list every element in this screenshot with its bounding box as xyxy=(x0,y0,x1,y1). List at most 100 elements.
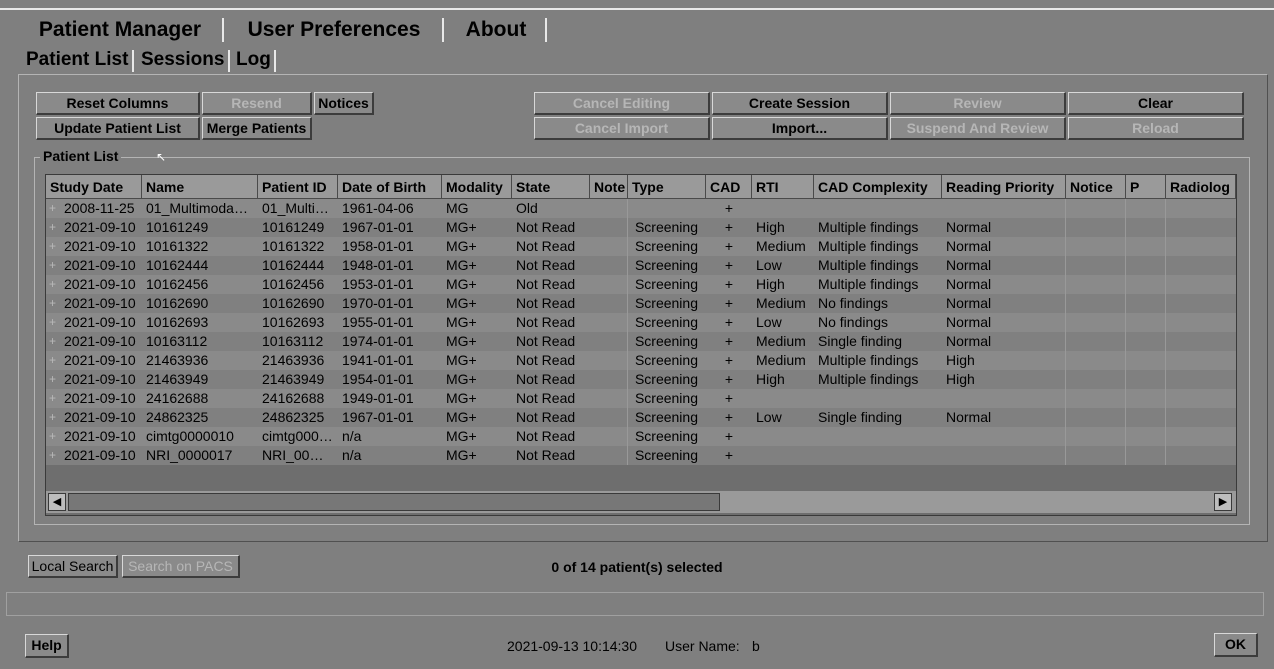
cell-date-of-birth: 1974-01-01 xyxy=(342,333,414,349)
table-row[interactable]: +2021-09-10 21463949 21463949 1954-01-01 MG+… xyxy=(46,370,1236,389)
cell-name: 10163112 xyxy=(146,333,208,349)
reload-button[interactable]: Reload xyxy=(1068,117,1244,140)
column-header-type[interactable]: Type xyxy=(628,175,706,199)
expand-row-icon[interactable]: + xyxy=(48,202,57,214)
tab-about[interactable]: About xyxy=(456,17,536,43)
help-button[interactable]: Help xyxy=(25,634,69,658)
cell-note xyxy=(590,389,628,408)
cell-cad-complexity: Multiple findings xyxy=(818,276,919,292)
cell-state: Not Read xyxy=(516,409,576,425)
table-row[interactable]: +2021-09-10 10162444 10162444 1948-01-01 MG+… xyxy=(46,256,1236,275)
column-header-cad[interactable]: CAD xyxy=(706,175,752,199)
cancel-editing-button[interactable]: Cancel Editing xyxy=(534,92,710,115)
expand-row-icon[interactable]: + xyxy=(48,316,57,328)
import-button[interactable]: Import... xyxy=(712,117,888,140)
scroll-right-icon[interactable]: ▶ xyxy=(1214,493,1232,511)
table-row[interactable]: +2021-09-10 NRI_0000017 NRI_00… n/a MG+ Not R… xyxy=(46,446,1236,465)
table-row[interactable]: +2008-11-25 01_Multimoda… 01_Multi… 1961-04… xyxy=(46,199,1236,218)
reset-columns-button[interactable]: Reset Columns xyxy=(36,92,200,115)
column-header-patient-id[interactable]: Patient ID xyxy=(258,175,338,199)
cell-radiologist xyxy=(1166,218,1236,237)
patient-table[interactable]: Study Date Name Patient ID Date of Birth Mod… xyxy=(45,174,1237,516)
table-row[interactable]: +2021-09-10 10161322 10161322 1958-01-01 MG+… xyxy=(46,237,1236,256)
local-search-button[interactable]: Local Search xyxy=(28,555,118,578)
column-header-reading-priority[interactable]: Reading Priority xyxy=(942,175,1066,199)
scroll-left-icon[interactable]: ◀ xyxy=(48,493,66,511)
cell-notice xyxy=(1066,294,1126,313)
tab-user-preferences[interactable]: User Preferences xyxy=(236,17,432,43)
cell-radiologist xyxy=(1166,275,1236,294)
expand-row-icon[interactable]: + xyxy=(48,449,57,461)
table-row[interactable]: +2021-09-10 21463936 21463936 1941-01-01 MG+… xyxy=(46,351,1236,370)
cell-modality: MG+ xyxy=(446,295,477,311)
table-row[interactable]: +2021-09-10 10163112 10163112 1974-01-01 MG+… xyxy=(46,332,1236,351)
column-header-date-of-birth[interactable]: Date of Birth xyxy=(338,175,442,199)
column-header-radiologist[interactable]: Radiolog xyxy=(1166,175,1236,199)
expand-row-icon[interactable]: + xyxy=(48,240,57,252)
table-row[interactable]: +2021-09-10 10162693 10162693 1955-01-01 MG+… xyxy=(46,313,1236,332)
table-row[interactable]: +2021-09-10 10161249 10161249 1967-01-01 MG+… xyxy=(46,218,1236,237)
cell-p xyxy=(1126,275,1166,294)
column-header-note[interactable]: Note xyxy=(590,175,628,199)
cell-rti: Low xyxy=(756,409,782,425)
cell-p xyxy=(1126,351,1166,370)
update-patient-list-button[interactable]: Update Patient List xyxy=(36,117,200,140)
column-header-rti[interactable]: RTI xyxy=(752,175,814,199)
cell-study-date: 2021-09-10 xyxy=(64,314,136,330)
cell-reading-priority: Normal xyxy=(942,218,1066,237)
cancel-import-button[interactable]: Cancel Import xyxy=(534,117,710,140)
expand-row-icon[interactable]: + xyxy=(48,221,57,233)
cell-note xyxy=(590,256,628,275)
expand-row-icon[interactable]: + xyxy=(48,335,57,347)
cell-name: 24862325 xyxy=(146,409,209,425)
create-session-button[interactable]: Create Session xyxy=(712,92,888,115)
expand-row-icon[interactable]: + xyxy=(48,259,57,271)
column-header-study-date[interactable]: Study Date xyxy=(46,175,142,199)
subtab-patient-list[interactable]: Patient List xyxy=(26,48,128,72)
cell-type: Screening xyxy=(634,276,698,292)
resend-button[interactable]: Resend xyxy=(202,92,312,115)
merge-patients-button[interactable]: Merge Patients xyxy=(202,117,312,140)
cell-p xyxy=(1126,313,1166,332)
suspend-and-review-button[interactable]: Suspend And Review xyxy=(890,117,1066,140)
column-header-state[interactable]: State xyxy=(512,175,590,199)
table-row[interactable]: +2021-09-10 cimtg0000010 cimtg000… n/a MG+ No… xyxy=(46,427,1236,446)
subtab-log[interactable]: Log xyxy=(236,48,271,72)
column-header-notice[interactable]: Notice xyxy=(1066,175,1126,199)
scroll-thumb[interactable] xyxy=(68,493,720,511)
table-row[interactable]: +2021-09-10 24862325 24862325 1967-01-01 MG+… xyxy=(46,408,1236,427)
column-header-p[interactable]: P xyxy=(1126,175,1166,199)
clear-button[interactable]: Clear xyxy=(1068,92,1244,115)
cell-modality: MG+ xyxy=(446,333,477,349)
cell-cad: + xyxy=(724,390,734,406)
cell-type: Screening xyxy=(634,371,698,387)
expand-row-icon[interactable]: + xyxy=(48,430,57,442)
cell-p xyxy=(1126,199,1166,218)
table-row[interactable]: +2021-09-10 24162688 24162688 1949-01-01 MG+… xyxy=(46,389,1236,408)
column-header-modality[interactable]: Modality xyxy=(442,175,512,199)
subtab-sessions[interactable]: Sessions xyxy=(141,48,224,72)
table-row[interactable]: +2021-09-10 10162456 10162456 1953-01-01 MG+… xyxy=(46,275,1236,294)
notices-button[interactable]: Notices xyxy=(314,92,374,115)
column-header-cad-complexity[interactable]: CAD Complexity xyxy=(814,175,942,199)
expand-row-icon[interactable]: + xyxy=(48,297,57,309)
cell-type: Screening xyxy=(634,409,698,425)
search-on-pacs-button[interactable]: Search on PACS xyxy=(122,555,240,578)
horizontal-scrollbar[interactable]: ◀ ▶ xyxy=(46,491,1236,513)
expand-row-icon[interactable]: + xyxy=(48,354,57,366)
cell-notice xyxy=(1066,256,1126,275)
cell-study-date: 2021-09-10 xyxy=(64,333,136,349)
cell-study-date: 2021-09-10 xyxy=(64,352,136,368)
status-bar xyxy=(6,592,1264,616)
cell-state: Not Read xyxy=(516,295,576,311)
expand-row-icon[interactable]: + xyxy=(48,278,57,290)
cell-cad-complexity: Multiple findings xyxy=(818,238,919,254)
tab-patient-manager[interactable]: Patient Manager xyxy=(30,17,210,43)
table-row[interactable]: +2021-09-10 10162690 10162690 1970-01-01 MG+… xyxy=(46,294,1236,313)
expand-row-icon[interactable]: + xyxy=(48,392,57,404)
column-header-name[interactable]: Name xyxy=(142,175,258,199)
expand-row-icon[interactable]: + xyxy=(48,373,57,385)
ok-button[interactable]: OK xyxy=(1214,633,1258,657)
review-button[interactable]: Review xyxy=(890,92,1066,115)
expand-row-icon[interactable]: + xyxy=(48,411,57,423)
